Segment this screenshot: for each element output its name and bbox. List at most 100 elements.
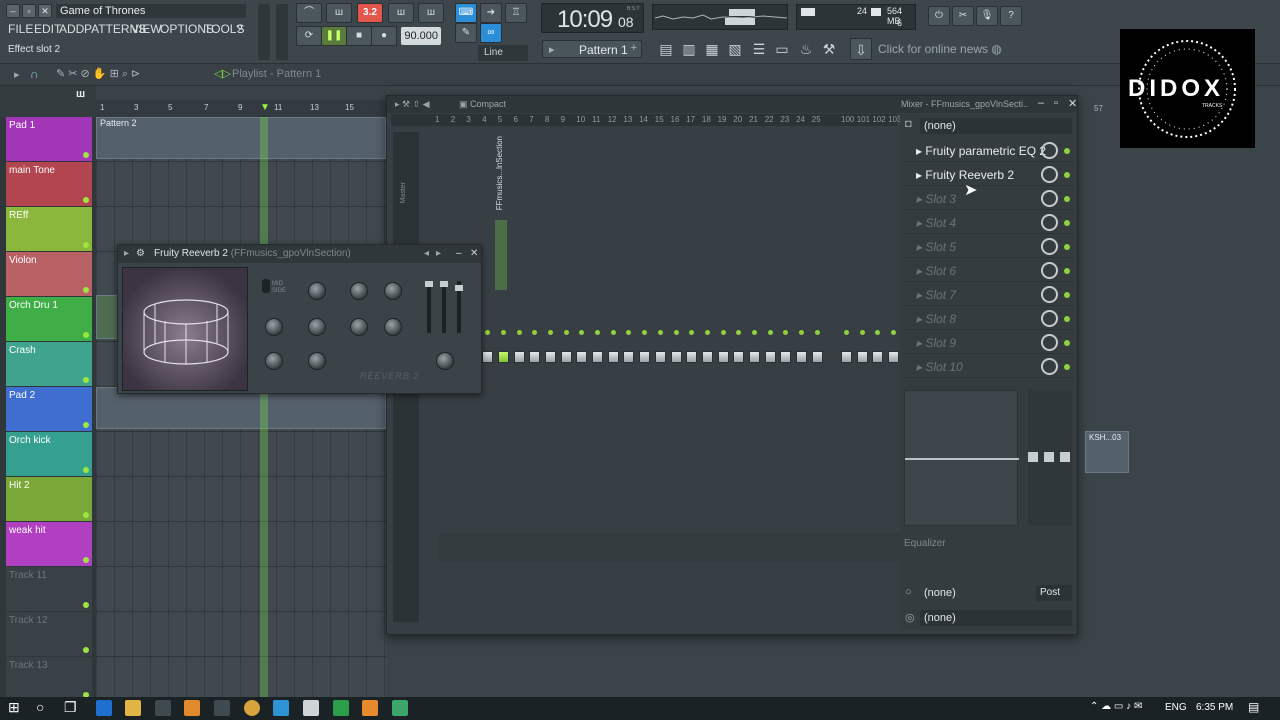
edit-tool-icon[interactable]: ✎ — [455, 23, 477, 43]
taskbar-clock[interactable]: 6:35 PM — [1196, 702, 1233, 713]
delay-knob[interactable] — [350, 318, 368, 336]
slot-enable-led[interactable] — [1064, 268, 1070, 274]
mixer-close-icon[interactable]: ✕ — [1068, 97, 1077, 110]
browser-icon[interactable]: ▭ — [771, 38, 793, 60]
insert-led[interactable] — [799, 330, 805, 335]
effect-slot-3[interactable]: ▸ Slot 3 — [904, 188, 1074, 210]
insert-volume-fader[interactable] — [607, 351, 619, 363]
dry-fader[interactable] — [425, 281, 433, 333]
insert-led[interactable] — [891, 330, 897, 335]
post-select[interactable]: Post — [1036, 585, 1072, 601]
pattern-song-toggle[interactable]: 3.2 — [357, 3, 383, 23]
insert-volume-fader[interactable] — [529, 351, 541, 363]
mixer-routing-row[interactable] — [438, 533, 910, 561]
help-icon[interactable]: ? — [1000, 6, 1022, 26]
tray-icons[interactable]: ⌃ ☁ ▭ ♪ ✉ — [1090, 701, 1142, 712]
arrow-right-icon[interactable]: ➜ — [480, 3, 502, 23]
stop-button[interactable]: ■ — [346, 26, 372, 46]
insert-led[interactable] — [500, 330, 506, 335]
notification-icon[interactable]: ▤ — [1248, 700, 1259, 714]
online-news-link[interactable]: Click for online news ◍ — [878, 42, 1002, 56]
language-indicator[interactable]: ENG — [1165, 702, 1187, 713]
insert-volume-fader[interactable] — [856, 351, 868, 363]
snap-select[interactable]: Line — [478, 45, 528, 61]
magnet-icon[interactable]: ∩ — [30, 67, 39, 81]
insert-led[interactable] — [657, 330, 663, 335]
insert-volume-fader[interactable] — [670, 351, 682, 363]
pattern-clip[interactable]: Pattern 2 — [96, 117, 386, 159]
file-explorer-icon[interactable] — [125, 700, 141, 716]
slot-enable-led[interactable] — [1064, 148, 1070, 154]
insert-volume-fader[interactable] — [654, 351, 666, 363]
color-knob[interactable] — [265, 352, 283, 370]
wet-fader[interactable] — [455, 281, 463, 333]
slot-mix-knob[interactable] — [1041, 238, 1058, 255]
playhead-marker-icon[interactable]: ▼ — [260, 102, 270, 113]
mod-knob[interactable] — [308, 352, 326, 370]
close-button[interactable]: ✕ — [38, 4, 52, 18]
track-pad-2[interactable]: Pad 2 — [6, 387, 92, 431]
eq-band-fader[interactable] — [1060, 452, 1070, 462]
track-hit-2[interactable]: Hit 2 — [6, 477, 92, 521]
insert-led[interactable] — [844, 330, 849, 335]
effect-slot-1[interactable]: ▸ Fruity parametric EQ 2 — [904, 140, 1074, 162]
wait-icon[interactable]: ш — [326, 3, 352, 23]
insert-led[interactable] — [547, 330, 553, 335]
insert-led[interactable] — [736, 330, 742, 335]
mail-icon[interactable] — [214, 700, 230, 716]
mixer-tools-icon[interactable]: ▸ ⚒ ⇧ ◀ — [395, 99, 430, 110]
input-select[interactable]: (none) — [920, 118, 1072, 134]
reverb-minimize-icon[interactable]: – — [456, 245, 462, 263]
slot-mix-knob[interactable] — [1041, 262, 1058, 279]
playlist-grid[interactable]: Pattern 2 — [96, 117, 386, 697]
insert-volume-fader[interactable] — [780, 351, 792, 363]
insert-volume-fader[interactable] — [841, 351, 852, 363]
slot-mix-knob[interactable] — [1041, 358, 1058, 375]
track-orch-kick[interactable]: Orch kick — [6, 432, 92, 476]
download-icon[interactable]: ⇩ — [850, 38, 872, 60]
timeline-ruler[interactable]: 1 3 5 7 9 11 13 15 ▼ — [96, 100, 386, 117]
slot-mix-knob[interactable] — [1041, 214, 1058, 231]
insert-volume-fader[interactable] — [888, 351, 900, 363]
insert-led[interactable] — [859, 330, 865, 335]
loop-icon[interactable]: ⟳ — [296, 26, 322, 46]
pattern-prev-icon[interactable]: ▸ — [549, 43, 555, 56]
insert-volume-fader[interactable] — [482, 351, 494, 363]
excel-icon[interactable] — [333, 700, 349, 716]
slot-mix-knob[interactable] — [1041, 142, 1058, 159]
track-crash[interactable]: Crash — [6, 342, 92, 386]
slot-enable-led[interactable] — [1064, 196, 1070, 202]
tempo-field[interactable]: 90.000 — [401, 27, 441, 45]
insert-volume-fader[interactable] — [513, 351, 525, 363]
track-violon[interactable]: Violon — [6, 252, 92, 296]
edge-icon[interactable] — [96, 700, 112, 716]
add-pattern-icon[interactable]: + — [631, 42, 637, 54]
insert-volume-fader[interactable] — [592, 351, 603, 363]
slot-mix-knob[interactable] — [1041, 166, 1058, 183]
track-weak-hit[interactable]: weak hit — [6, 522, 92, 566]
slot-enable-led[interactable] — [1064, 244, 1070, 250]
windows-start-icon[interactable]: ⊞ — [8, 699, 20, 716]
lowcut-knob[interactable] — [308, 318, 326, 336]
output-select-2[interactable]: (none) — [920, 610, 1072, 626]
slot-mix-knob[interactable] — [1041, 286, 1058, 303]
track-pad-1[interactable]: Pad 1 — [6, 117, 92, 161]
slot-mix-knob[interactable] — [1041, 310, 1058, 327]
sliders-icon[interactable]: ☰ — [748, 38, 770, 60]
pause-button[interactable]: ❚❚ — [321, 26, 347, 46]
record-button[interactable]: ● — [371, 26, 397, 46]
insert-led[interactable] — [563, 330, 569, 335]
slot-enable-led[interactable] — [1064, 316, 1070, 322]
channel-rack-icon[interactable]: ▦ — [701, 38, 723, 60]
track-12[interactable]: Track 12 — [6, 612, 92, 656]
compact-view-icon[interactable]: ▣ Compact — [459, 99, 506, 110]
piano-roll-icon[interactable]: ▥ — [678, 38, 700, 60]
insert-volume-fader[interactable] — [717, 351, 729, 363]
separation-knob[interactable] — [436, 352, 454, 370]
decay-knob[interactable] — [384, 282, 402, 300]
insert-led[interactable] — [642, 330, 648, 335]
insert-led[interactable] — [814, 330, 820, 335]
mid-side-switch[interactable] — [262, 279, 270, 293]
hicut-knob[interactable] — [265, 318, 283, 336]
insert-led[interactable] — [752, 330, 757, 335]
